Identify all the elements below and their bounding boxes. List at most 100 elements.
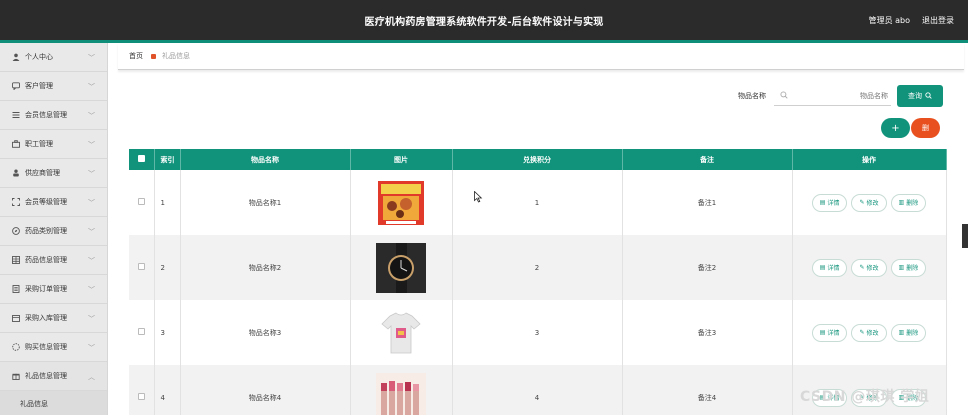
row-index: 1 <box>154 170 181 235</box>
edit-icon: ✎ <box>859 329 865 336</box>
detail-button[interactable]: ▤ 详情 <box>811 258 848 277</box>
column-header-index: 索引 <box>154 149 181 170</box>
row-points: 4 <box>452 365 623 415</box>
row-note: 备注4 <box>622 365 793 415</box>
row-checkbox[interactable] <box>137 263 145 270</box>
row-image-cell <box>350 170 453 235</box>
edit-button[interactable]: ✎ 修改 <box>851 323 887 342</box>
chevron-up-icon: ︿ <box>88 373 95 381</box>
delete-button[interactable]: ▥ 删除 <box>890 323 927 342</box>
sidebar-item-drug-categories[interactable]: 药品类别管理 ﹀ <box>0 217 107 246</box>
sidebar-item-members[interactable]: 会员信息管理 ﹀ <box>0 101 107 130</box>
row-image-cell <box>350 365 453 415</box>
row-image-cell <box>350 235 453 300</box>
chevron-down-icon: ﹀ <box>88 228 95 236</box>
main-content: 首页 礼品信息 物品名称 查询 + 删 索引 物品名称 图片 兑换积分 备 <box>118 43 964 415</box>
sidebar-item-label: 采购入库管理 <box>25 314 67 322</box>
detail-icon: ▤ <box>819 199 826 206</box>
side-scroll-tab[interactable] <box>962 224 968 248</box>
sidebar-item-purchase-info[interactable]: 购买信息管理 ﹀ <box>0 333 107 362</box>
sidebar-item-label: 礼品信息管理 <box>25 372 67 380</box>
chevron-down-icon: ﹀ <box>88 83 95 91</box>
edit-icon: ✎ <box>859 264 865 271</box>
chevron-down-icon: ﹀ <box>88 315 95 323</box>
table-row: 1 物品名称1 1 备注1 ▤ 详情 ✎ 修改 ▥ 删除 <box>129 170 947 235</box>
detail-button[interactable]: ▤ 详情 <box>811 193 848 212</box>
chat-icon <box>12 82 20 90</box>
breadcrumb-home[interactable]: 首页 <box>129 51 143 61</box>
row-name: 物品名称2 <box>180 235 351 300</box>
sidebar-item-drug-info[interactable]: 药品信息管理 ﹀ <box>0 246 107 275</box>
column-header-note: 备注 <box>622 149 793 170</box>
sidebar-item-label: 个人中心 <box>25 53 53 61</box>
sidebar-item-suppliers[interactable]: 供应商管理 ﹀ <box>0 159 107 188</box>
search-button[interactable]: 查询 <box>897 85 943 107</box>
row-note: 备注3 <box>622 300 793 365</box>
row-name: 物品名称4 <box>180 365 351 415</box>
mouse-cursor-icon <box>474 190 483 205</box>
sidebar-item-label: 药品信息管理 <box>25 256 67 264</box>
edit-button[interactable]: ✎ 修改 <box>851 258 887 277</box>
chevron-down-icon: ﹀ <box>88 54 95 62</box>
row-checkbox[interactable] <box>137 328 145 335</box>
cart-icon <box>12 343 20 351</box>
current-user: 管理员 abo <box>868 16 910 25</box>
sidebar-item-label: 客户管理 <box>25 82 53 90</box>
detail-button[interactable]: ▤ 详情 <box>811 323 848 342</box>
row-note: 备注1 <box>622 170 793 235</box>
row-actions: ▤ 详情 ✎ 修改 ▥ 删除 <box>792 300 947 365</box>
doc-icon <box>12 285 20 293</box>
lipsticks-image <box>376 372 426 415</box>
chevron-down-icon: ﹀ <box>88 199 95 207</box>
batch-delete-button[interactable]: 删 <box>911 118 940 138</box>
search-icon <box>925 91 932 101</box>
sidebar-subitem-gift-info[interactable]: 礼品信息 <box>0 391 107 415</box>
watch-image <box>376 242 426 293</box>
grid-icon <box>12 256 20 264</box>
column-header-actions: 操作 <box>792 149 947 170</box>
sidebar-item-label: 会员等级管理 <box>25 198 67 206</box>
detail-icon: ▤ <box>819 329 826 336</box>
row-points: 3 <box>452 300 623 365</box>
sidebar-item-profile[interactable]: 个人中心 ﹀ <box>0 43 107 72</box>
sidebar-item-purchase-stock[interactable]: 采购入库管理 ﹀ <box>0 304 107 333</box>
sidebar: 个人中心 ﹀ 客户管理 ﹀ 会员信息管理 ﹀ 职工管理 ﹀ 供应商管理 ﹀ 会员… <box>0 43 108 415</box>
sidebar-item-label: 职工管理 <box>25 140 53 148</box>
sidebar-item-label: 采购订单管理 <box>25 285 67 293</box>
trash-icon: ▥ <box>898 199 905 206</box>
sidebar-item-purchase-orders[interactable]: 采购订单管理 ﹀ <box>0 275 107 304</box>
app-title: 医疗机构药房管理系统软件开发-后台软件设计与实现 <box>364 17 604 28</box>
sidebar-item-member-levels[interactable]: 会员等级管理 ﹀ <box>0 188 107 217</box>
row-name: 物品名称1 <box>180 170 351 235</box>
sidebar-item-staff[interactable]: 职工管理 ﹀ <box>0 130 107 159</box>
sidebar-item-gifts[interactable]: 礼品信息管理 ︿ <box>0 362 107 391</box>
chevron-down-icon: ﹀ <box>88 344 95 352</box>
logout-link[interactable]: 退出登录 <box>922 15 954 26</box>
select-all-cell[interactable] <box>129 149 155 170</box>
sidebar-item-customers[interactable]: 客户管理 ﹀ <box>0 72 107 101</box>
column-header-name: 物品名称 <box>180 149 351 170</box>
trash-icon: ▥ <box>898 329 905 336</box>
search-label: 物品名称 <box>738 92 766 100</box>
add-button[interactable]: + <box>881 118 910 138</box>
user-icon <box>12 53 20 61</box>
edit-button[interactable]: ✎ 修改 <box>851 193 887 212</box>
search-box <box>774 86 891 106</box>
row-checkbox[interactable] <box>137 198 145 205</box>
chevron-down-icon: ﹀ <box>88 286 95 294</box>
search-input[interactable] <box>792 88 888 104</box>
sidebar-item-label: 购买信息管理 <box>25 343 67 351</box>
delete-button[interactable]: ▥ 删除 <box>890 193 927 212</box>
sidebar-item-label: 药品类别管理 <box>25 227 67 235</box>
chevron-down-icon: ﹀ <box>88 170 95 178</box>
compass-icon <box>12 227 20 235</box>
snack-box-image <box>376 177 426 228</box>
select-all-checkbox[interactable] <box>137 155 145 162</box>
row-checkbox[interactable] <box>137 393 145 400</box>
top-header: 医疗机构药房管理系统软件开发-后台软件设计与实现 管理员 abo 退出登录 <box>0 0 968 40</box>
row-index: 4 <box>154 365 181 415</box>
delete-button[interactable]: ▥ 删除 <box>890 258 927 277</box>
chevron-down-icon: ﹀ <box>88 141 95 149</box>
edit-icon: ✎ <box>859 199 865 206</box>
search-button-label: 查询 <box>908 92 922 100</box>
